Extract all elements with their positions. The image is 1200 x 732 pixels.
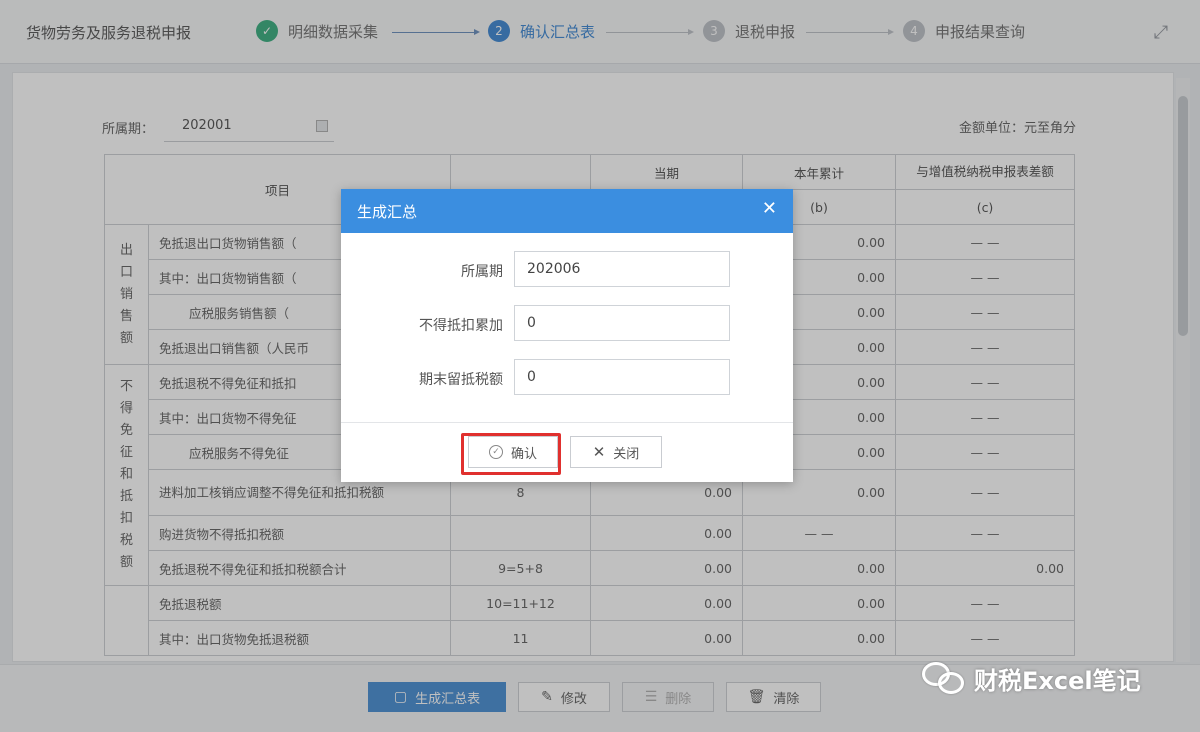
field-label: 不得抵扣累加	[419, 318, 503, 334]
field-label: 期末留抵税额	[419, 372, 503, 388]
field-ending-credit: 期末留抵税额 0	[341, 359, 793, 397]
close-button[interactable]: ✕ 关闭	[570, 436, 662, 468]
close-x-icon: ✕	[592, 443, 606, 461]
field-nondeduct: 不得抵扣累加 0	[341, 305, 793, 343]
close-icon[interactable]: ✕	[762, 199, 777, 219]
generate-summary-dialog: 生成汇总 ✕ 所属期 202006 不得抵扣累加 0 期末留抵税额 0 ✓ 确认…	[341, 189, 793, 482]
nondeduct-field[interactable]: 0	[514, 305, 730, 341]
ending-credit-field[interactable]: 0	[514, 359, 730, 395]
wechat-logo-icon	[922, 660, 966, 696]
field-period: 所属期 202006	[341, 251, 793, 289]
watermark-text: 财税Excel笔记	[974, 666, 1141, 695]
dialog-title: 生成汇总	[357, 203, 418, 221]
dialog-footer-divider	[341, 422, 793, 423]
watermark: 财税Excel笔记	[922, 660, 1141, 696]
dialog-header: 生成汇总 ✕	[341, 189, 793, 233]
highlight-box	[461, 433, 561, 475]
period-field[interactable]: 202006	[514, 251, 730, 287]
field-label: 所属期	[461, 264, 503, 280]
